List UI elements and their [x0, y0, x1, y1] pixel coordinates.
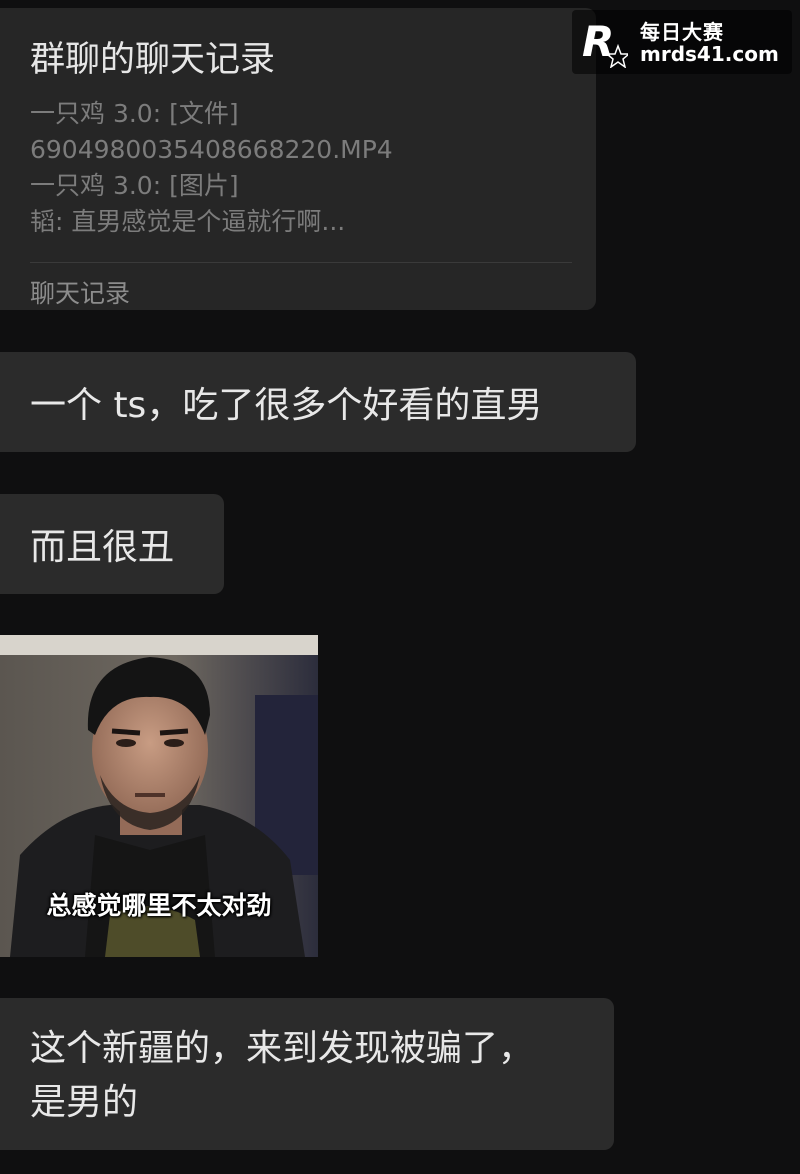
chat-record-title: 群聊的聊天记录	[30, 40, 276, 80]
svg-text:R: R	[582, 17, 614, 66]
message-bubble[interactable]: 而且很丑	[0, 494, 224, 594]
site-url: mrds41.com	[640, 42, 779, 66]
chat-record-line: 一只鸡 3.0: [图片]	[30, 171, 239, 200]
chat-record-footer: 聊天记录	[30, 279, 131, 308]
message-bubble[interactable]: 一个 ts，吃了很多个好看的直男	[0, 352, 636, 452]
chat-record-line: 一只鸡 3.0: [文件]	[30, 99, 239, 128]
message-bubble[interactable]: 这个新疆的，来到发现被骗了， 是男的	[0, 998, 614, 1150]
chat-record-divider	[30, 262, 572, 263]
site-logo-icon: R	[582, 17, 628, 68]
message-text: 一个 ts，吃了很多个好看的直男	[30, 385, 543, 426]
chat-record-card[interactable]: 群聊的聊天记录 一只鸡 3.0: [文件] 69049800354086682​…	[0, 8, 596, 310]
site-watermark: R 每日大赛 mrds41.com	[572, 10, 792, 74]
chat-record-line: 韬: 直男感觉是个逼就行啊...	[30, 207, 346, 236]
site-name: 每日大赛	[640, 20, 724, 44]
message-text: 而且很丑	[30, 527, 175, 568]
chat-screen: 群聊的聊天记录 一只鸡 3.0: [文件] 69049800354086682​…	[0, 0, 800, 1174]
message-text: 这个新疆的，来到发现被骗了， 是男的	[30, 1028, 535, 1123]
chat-record-line: 69049800354086682​20.MP4	[30, 135, 393, 164]
meme-caption: 总感觉哪里不太对劲	[46, 891, 272, 920]
